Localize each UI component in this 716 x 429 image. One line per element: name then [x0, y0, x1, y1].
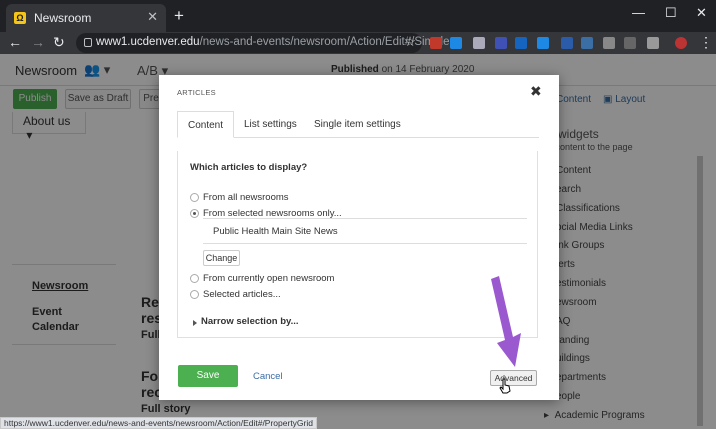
new-tab-icon[interactable]: + [174, 7, 184, 24]
option-label[interactable]: Selected articles... [203, 289, 281, 300]
extension-icon[interactable] [647, 37, 659, 49]
modal-tabs: Content List settings Single item settin… [177, 111, 539, 138]
extension-icon[interactable] [603, 37, 615, 49]
modal-title: ARTICLES [177, 88, 216, 97]
cancel-link[interactable]: Cancel [253, 371, 283, 382]
minimize-icon[interactable]: — [632, 5, 645, 20]
profile-avatar[interactable] [675, 37, 687, 49]
tab-content[interactable]: Content [177, 111, 235, 138]
tab-single-item-settings[interactable]: Single item settings [304, 111, 411, 138]
change-button[interactable]: Change [203, 250, 240, 266]
option-label[interactable]: From all newsrooms [203, 192, 289, 203]
favicon-icon: Ω [14, 12, 26, 24]
annotation-arrow-icon [491, 276, 521, 367]
save-button[interactable]: Save [178, 365, 238, 387]
new-extension-icon[interactable] [537, 37, 549, 49]
forward-icon[interactable]: → [31, 34, 45, 50]
browser-toolbar: ← → ↻ www1.ucdenver.edu/news-and-events/… [0, 32, 716, 54]
reload-icon[interactable]: ↻ [53, 34, 65, 50]
browser-tab-bar: Ω Newsroom ✕ + — ☐ ✕ [0, 0, 716, 32]
browser-tab[interactable]: Ω Newsroom ✕ [6, 4, 166, 32]
narrow-selection-toggle[interactable]: Narrow selection by... [201, 316, 299, 327]
address-bar[interactable]: www1.ucdenver.edu/news-and-events/newsro… [76, 33, 450, 53]
url-text: www1.ucdenver.edu/news-and-events/newsro… [96, 36, 450, 48]
hand-cursor-icon [499, 378, 511, 394]
extension-icon[interactable] [581, 37, 593, 49]
status-bar-url: https://www1.ucdenver.edu/news-and-event… [0, 417, 317, 429]
extension-icon[interactable] [515, 37, 527, 49]
selected-site-row: Public Health Main Site News [203, 218, 527, 244]
caret-right-icon[interactable] [193, 320, 197, 326]
lock-icon [84, 38, 92, 47]
close-window-icon[interactable]: ✕ [696, 5, 707, 21]
radio-all-newsrooms[interactable] [190, 193, 199, 202]
menu-kebab-icon[interactable]: ⋮ [699, 34, 713, 50]
radio-selected-newsrooms[interactable] [190, 209, 199, 218]
off-extension-icon[interactable] [450, 37, 462, 49]
close-icon[interactable]: ✖ [530, 83, 542, 100]
maximize-icon[interactable]: ☐ [665, 5, 677, 21]
radio-selected-articles[interactable] [190, 290, 199, 299]
extension-icon[interactable] [495, 37, 507, 49]
option-label[interactable]: From currently open newsroom [203, 273, 334, 284]
tab-title: Newsroom [34, 11, 92, 25]
close-tab-icon[interactable]: ✕ [147, 9, 158, 25]
bookmark-star-icon[interactable]: ☆ [404, 34, 416, 50]
extension-icon[interactable] [561, 37, 573, 49]
advanced-button[interactable]: Advanced [490, 370, 537, 386]
selected-site-name: Public Health Main Site News [213, 226, 338, 237]
content-panel: Which articles to display? From all news… [177, 151, 538, 338]
back-icon[interactable]: ← [8, 34, 22, 50]
extension-icon[interactable] [624, 37, 636, 49]
radio-current-newsroom[interactable] [190, 274, 199, 283]
extension-icon[interactable] [473, 37, 485, 49]
pdf-extension-icon[interactable] [430, 37, 442, 49]
question-label: Which articles to display? [190, 162, 308, 173]
tab-list-settings[interactable]: List settings [234, 111, 307, 138]
